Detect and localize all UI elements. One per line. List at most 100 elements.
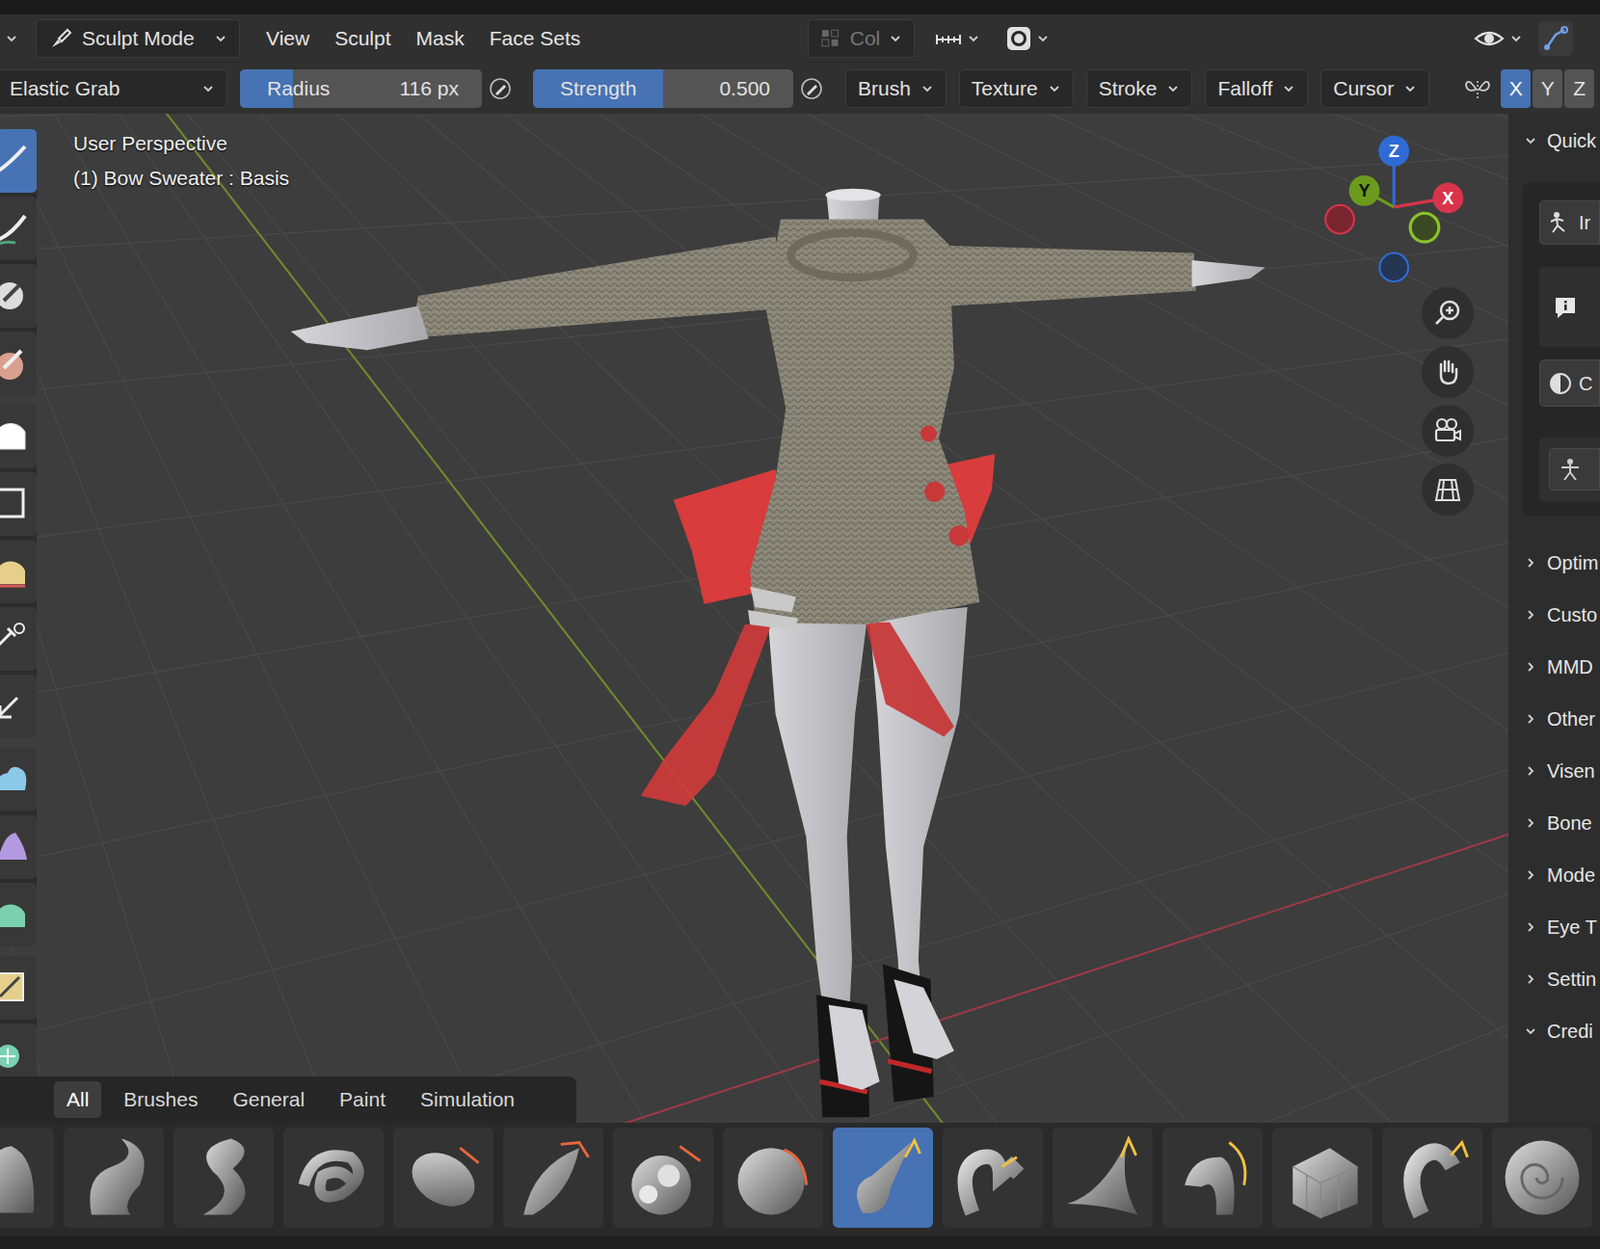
armature-icon bbox=[1557, 456, 1583, 482]
butterfly-icon bbox=[1464, 75, 1492, 103]
shelf-tab[interactable]: Paint bbox=[326, 1081, 399, 1118]
menu-item[interactable]: Mask bbox=[403, 26, 478, 51]
menu-item[interactable]: Face Sets bbox=[477, 26, 594, 51]
brush-preview-icon bbox=[395, 1129, 492, 1227]
tool-button[interactable] bbox=[0, 404, 37, 469]
view-perspective: User Perspective bbox=[73, 126, 290, 161]
chevron-right-icon bbox=[1523, 868, 1538, 882]
strength-slider[interactable]: Strength0.500 bbox=[533, 69, 794, 108]
quick-button[interactable]: Ir bbox=[1539, 200, 1600, 245]
ortho-toggle-button[interactable] bbox=[1421, 463, 1474, 516]
editor-type-button[interactable] bbox=[0, 31, 24, 46]
brush-thumbnail[interactable] bbox=[63, 1127, 164, 1228]
overlay-dropdown[interactable] bbox=[999, 19, 1056, 58]
mode-dropdown[interactable]: Sculpt Mode bbox=[35, 19, 240, 58]
brush-thumbnail[interactable] bbox=[283, 1127, 384, 1228]
shelf-tab[interactable]: All bbox=[53, 1081, 102, 1118]
panel-dropdown[interactable]: Cursor bbox=[1320, 69, 1430, 108]
color-attribute-dropdown[interactable]: Col bbox=[807, 19, 915, 58]
shelf-tab[interactable]: General bbox=[219, 1081, 318, 1118]
camera-button[interactable] bbox=[1421, 404, 1474, 457]
panel-label: Cursor bbox=[1333, 76, 1394, 101]
tool-button[interactable] bbox=[0, 196, 37, 261]
header: Sculpt Mode ViewSculptMaskFace Sets Col bbox=[0, 14, 1600, 62]
character-model[interactable] bbox=[291, 188, 1266, 1118]
tool-button[interactable] bbox=[0, 1023, 37, 1077]
tool-button[interactable] bbox=[0, 129, 37, 193]
tool-button[interactable] bbox=[0, 331, 37, 396]
brush-dropdown[interactable]: Elastic Grab bbox=[0, 69, 228, 108]
symmetry-axis-button[interactable]: Z bbox=[1564, 69, 1595, 108]
quick-button[interactable]: C bbox=[1539, 359, 1600, 407]
sidebar-panel-header[interactable]: Bone bbox=[1508, 797, 1600, 850]
sidebar-panel-header[interactable]: Credi bbox=[1508, 1005, 1600, 1058]
zoom-icon bbox=[1432, 297, 1464, 329]
panel-dropdown[interactable]: Texture bbox=[959, 69, 1074, 108]
brush-thumbnail[interactable] bbox=[942, 1127, 1043, 1228]
symmetry-button[interactable] bbox=[1462, 69, 1494, 108]
pan-button[interactable] bbox=[1421, 346, 1474, 399]
panel-dropdown[interactable]: Stroke bbox=[1086, 69, 1194, 108]
brush-thumbnail[interactable] bbox=[1382, 1127, 1483, 1228]
viewport-canvas[interactable]: Z Y X bbox=[0, 113, 1600, 1123]
sidebar-panel-header[interactable]: Settin bbox=[1508, 953, 1600, 1006]
navigation-gizmo[interactable]: Z Y X bbox=[1325, 135, 1464, 282]
radius-slider[interactable]: Radius116 px bbox=[240, 69, 482, 108]
visibility-dropdown[interactable] bbox=[1472, 25, 1523, 53]
workspace-tabs-strip bbox=[0, 0, 1600, 15]
brush-thumbnail[interactable] bbox=[722, 1127, 824, 1228]
strength-pressure-button[interactable] bbox=[796, 69, 827, 108]
symmetry-axis-button[interactable]: Y bbox=[1532, 69, 1563, 108]
measure-dropdown[interactable] bbox=[928, 19, 987, 58]
panel-label: Stroke bbox=[1098, 76, 1158, 101]
brush-thumbnail[interactable] bbox=[1492, 1127, 1593, 1228]
tool-button[interactable] bbox=[0, 472, 37, 536]
brush-thumbnail[interactable] bbox=[173, 1127, 274, 1228]
sidebar-panel-header[interactable]: MMD bbox=[1508, 640, 1600, 694]
brush-thumbnail[interactable] bbox=[1162, 1127, 1263, 1228]
panel-title: Eye T bbox=[1546, 915, 1598, 939]
brush-thumbnail[interactable] bbox=[832, 1127, 934, 1228]
color-grid-icon bbox=[820, 27, 841, 50]
quick-panel-header[interactable]: Quick bbox=[1508, 121, 1600, 160]
sidebar-panel-header[interactable]: Mode bbox=[1508, 849, 1600, 902]
tool-button[interactable] bbox=[0, 674, 37, 739]
viewport-info: User Perspective (1) Bow Sweater : Basis bbox=[73, 126, 290, 196]
chevron-down-icon bbox=[920, 81, 934, 96]
sidebar-panel-header[interactable]: Optim bbox=[1508, 536, 1600, 589]
zoom-button[interactable] bbox=[1421, 287, 1474, 340]
symmetry-axis-button[interactable]: X bbox=[1500, 69, 1531, 108]
tool-button[interactable] bbox=[0, 882, 37, 947]
tool-button[interactable] bbox=[0, 539, 37, 604]
tool-group bbox=[0, 129, 37, 396]
tool-button[interactable] bbox=[0, 815, 37, 880]
brush-preview-icon bbox=[834, 1129, 932, 1227]
sidebar-panel-header[interactable]: Other bbox=[1508, 693, 1600, 746]
menu-item[interactable]: Sculpt bbox=[321, 26, 403, 51]
tool-button[interactable] bbox=[0, 264, 37, 328]
brush-thumbnail[interactable] bbox=[1272, 1127, 1373, 1228]
pose-button[interactable] bbox=[1548, 448, 1600, 491]
chevron-right-icon bbox=[1523, 712, 1538, 726]
panel-dropdown[interactable]: Brush bbox=[845, 69, 947, 108]
panel-dropdown[interactable]: Falloff bbox=[1204, 69, 1308, 108]
menu-item[interactable]: View bbox=[253, 26, 322, 51]
tool-button[interactable] bbox=[0, 607, 37, 671]
shelf-tab[interactable]: Brushes bbox=[110, 1081, 211, 1118]
sidebar-panel-header[interactable]: Visen bbox=[1508, 745, 1600, 798]
tool-button[interactable] bbox=[0, 747, 37, 812]
sidebar-panel-header[interactable]: Eye T bbox=[1508, 901, 1600, 954]
brush-thumbnail[interactable] bbox=[613, 1127, 714, 1228]
brush-thumbnail[interactable] bbox=[0, 1127, 54, 1228]
tool-icon bbox=[0, 755, 35, 804]
sidebar-panel-header[interactable]: Custo bbox=[1508, 588, 1600, 641]
gizmo-toggle[interactable] bbox=[1538, 21, 1574, 56]
brush-thumbnail[interactable] bbox=[1052, 1127, 1153, 1228]
brush-preview-icon bbox=[1493, 1129, 1591, 1227]
shelf-tab[interactable]: Simulation bbox=[407, 1081, 528, 1118]
radius-pressure-button[interactable] bbox=[484, 69, 516, 108]
brush-thumbnail[interactable] bbox=[503, 1127, 604, 1228]
y-axis-line bbox=[122, 113, 1021, 1123]
brush-thumbnail[interactable] bbox=[393, 1127, 494, 1228]
tool-button[interactable] bbox=[0, 956, 37, 1020]
